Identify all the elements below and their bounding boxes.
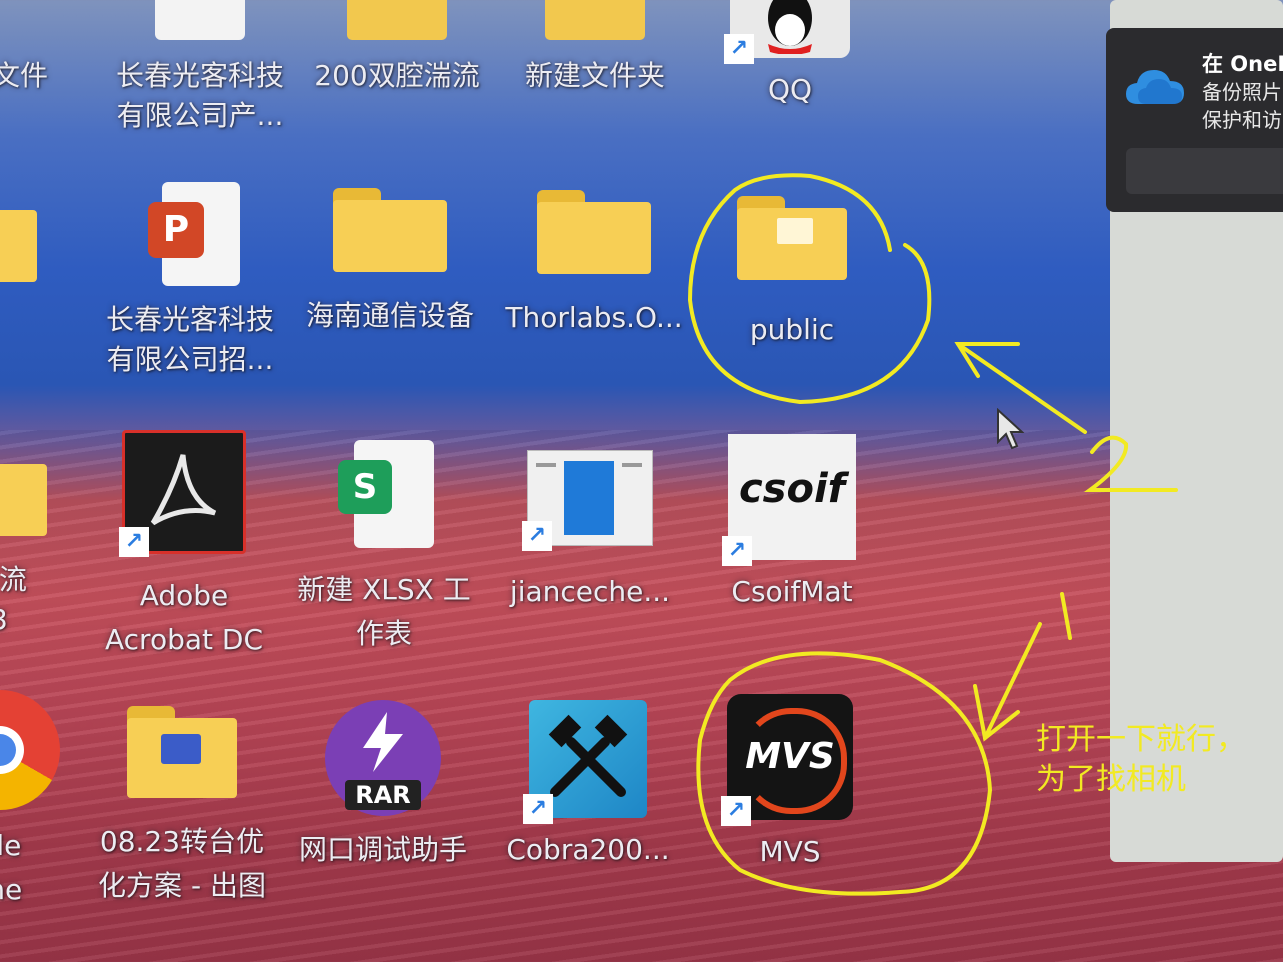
annotation-layer bbox=[687, 173, 1178, 896]
circle-around-mvs bbox=[696, 651, 993, 896]
annotation-note: 打开一下就行， 为了找相机 bbox=[1036, 722, 1246, 797]
arrow-2-shaft bbox=[956, 342, 1087, 434]
circle-around-public bbox=[687, 173, 932, 405]
arrow-1-shaft bbox=[983, 622, 1042, 740]
number-1-stroke bbox=[1060, 592, 1072, 640]
number-2-stroke bbox=[1083, 435, 1178, 492]
